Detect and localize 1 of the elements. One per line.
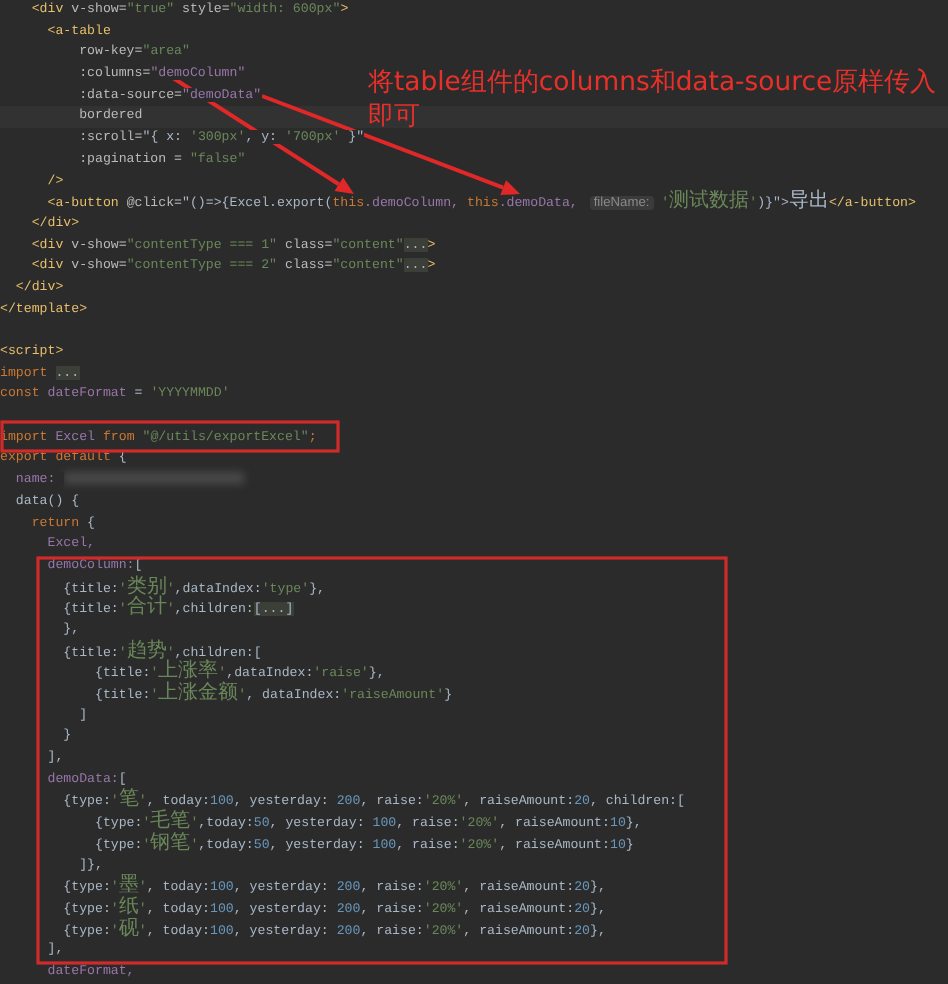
annotation-note: 将table组件的columns和data-source原样传入即可 bbox=[368, 66, 939, 134]
